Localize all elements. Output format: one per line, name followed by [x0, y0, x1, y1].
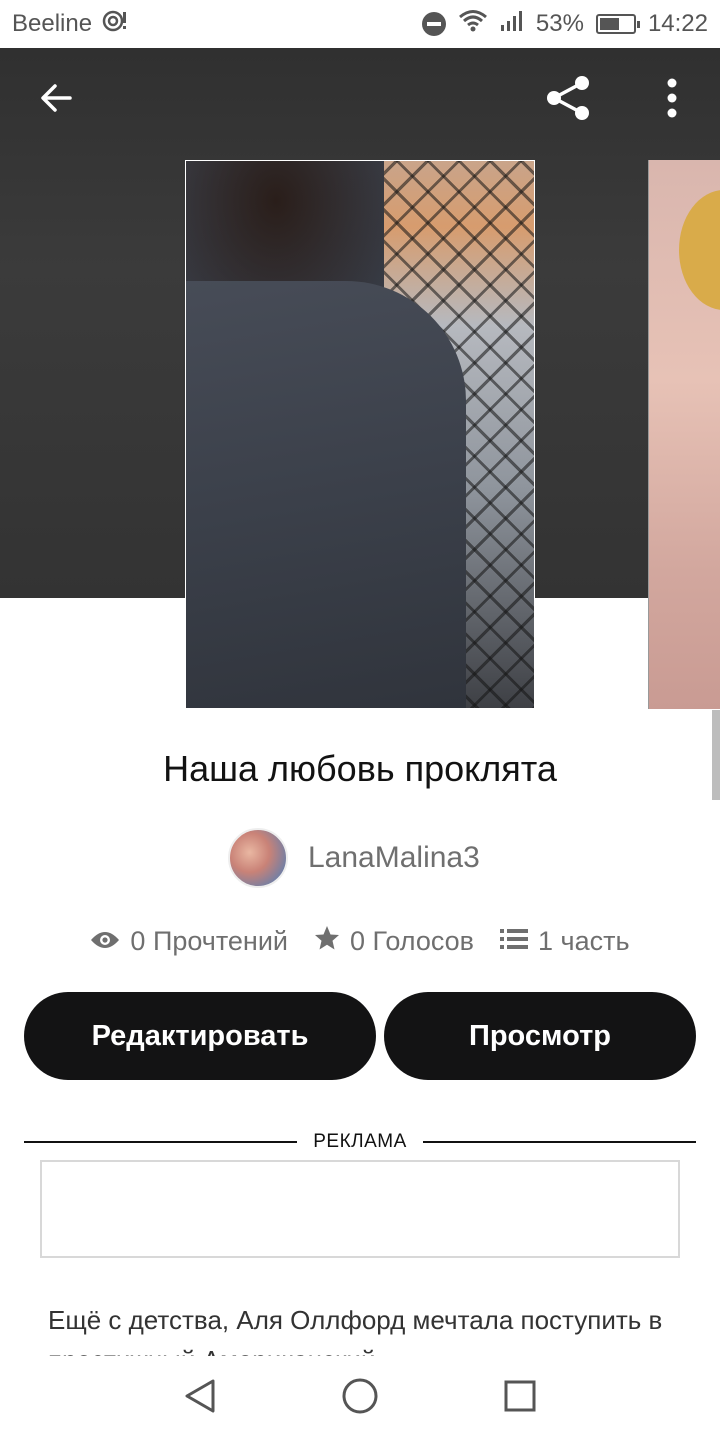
- battery-percent: 53%: [535, 10, 584, 37]
- back-button[interactable]: [28, 72, 84, 128]
- view-button[interactable]: Просмотр: [384, 992, 696, 1080]
- dnd-icon: [421, 12, 446, 36]
- home-circle-icon: [341, 1377, 379, 1420]
- signal-icon: [500, 10, 524, 39]
- back-triangle-icon: [183, 1378, 217, 1419]
- eye-icon: [90, 926, 120, 957]
- votes-stat: 0 Голосов: [314, 925, 474, 958]
- share-button[interactable]: [540, 72, 596, 128]
- story-description: Ещё с детства, Аля Оллфорд мечтала посту…: [48, 1305, 663, 1358]
- share-icon: [543, 73, 593, 128]
- system-nav-bar: [0, 1356, 720, 1440]
- ad-slot[interactable]: [40, 1160, 680, 1258]
- arrow-left-icon: [38, 80, 74, 121]
- more-button[interactable]: [644, 72, 700, 128]
- nav-recents-button[interactable]: [490, 1368, 550, 1428]
- author-link[interactable]: LanaMalina3: [228, 828, 480, 888]
- edit-button[interactable]: Редактировать: [24, 992, 376, 1080]
- story-cover[interactable]: [185, 160, 535, 709]
- reads-count: 0 Прочтений: [130, 926, 289, 956]
- battery-icon: [595, 14, 640, 34]
- cover-figure: [679, 190, 720, 310]
- avatar[interactable]: [228, 828, 288, 888]
- carrier-name: Beeline: [12, 10, 93, 37]
- parts-stat: 1 часть: [500, 926, 630, 957]
- nav-home-button[interactable]: [330, 1368, 390, 1428]
- hotspot-icon: [102, 9, 128, 40]
- reads-stat: 0 Прочтений: [90, 926, 288, 957]
- status-bar: Beeline 53% 14:22: [0, 0, 720, 48]
- ad-label: РЕКЛАМА: [313, 1131, 407, 1152]
- star-icon: [314, 925, 340, 958]
- list-icon: [500, 926, 529, 957]
- nav-back-button[interactable]: [170, 1368, 230, 1428]
- parts-count: 1 часть: [538, 926, 630, 956]
- story-stats: 0 Прочтений 0 Голосов 1 часть: [0, 925, 720, 958]
- votes-count: 0 Голосов: [350, 926, 475, 956]
- wifi-icon: [458, 9, 488, 40]
- divider-line: [422, 1141, 696, 1143]
- story-title: Наша любовь проклята: [163, 748, 557, 789]
- author-name[interactable]: LanaMalina3: [308, 841, 480, 875]
- divider-line: [24, 1141, 298, 1143]
- clock: 14:22: [647, 10, 708, 37]
- more-vertical-icon: [666, 78, 678, 123]
- cover-figure: [186, 281, 466, 708]
- next-story-cover[interactable]: [648, 160, 720, 709]
- ad-divider: РЕКЛАМА: [24, 1130, 696, 1154]
- recents-square-icon: [503, 1379, 537, 1418]
